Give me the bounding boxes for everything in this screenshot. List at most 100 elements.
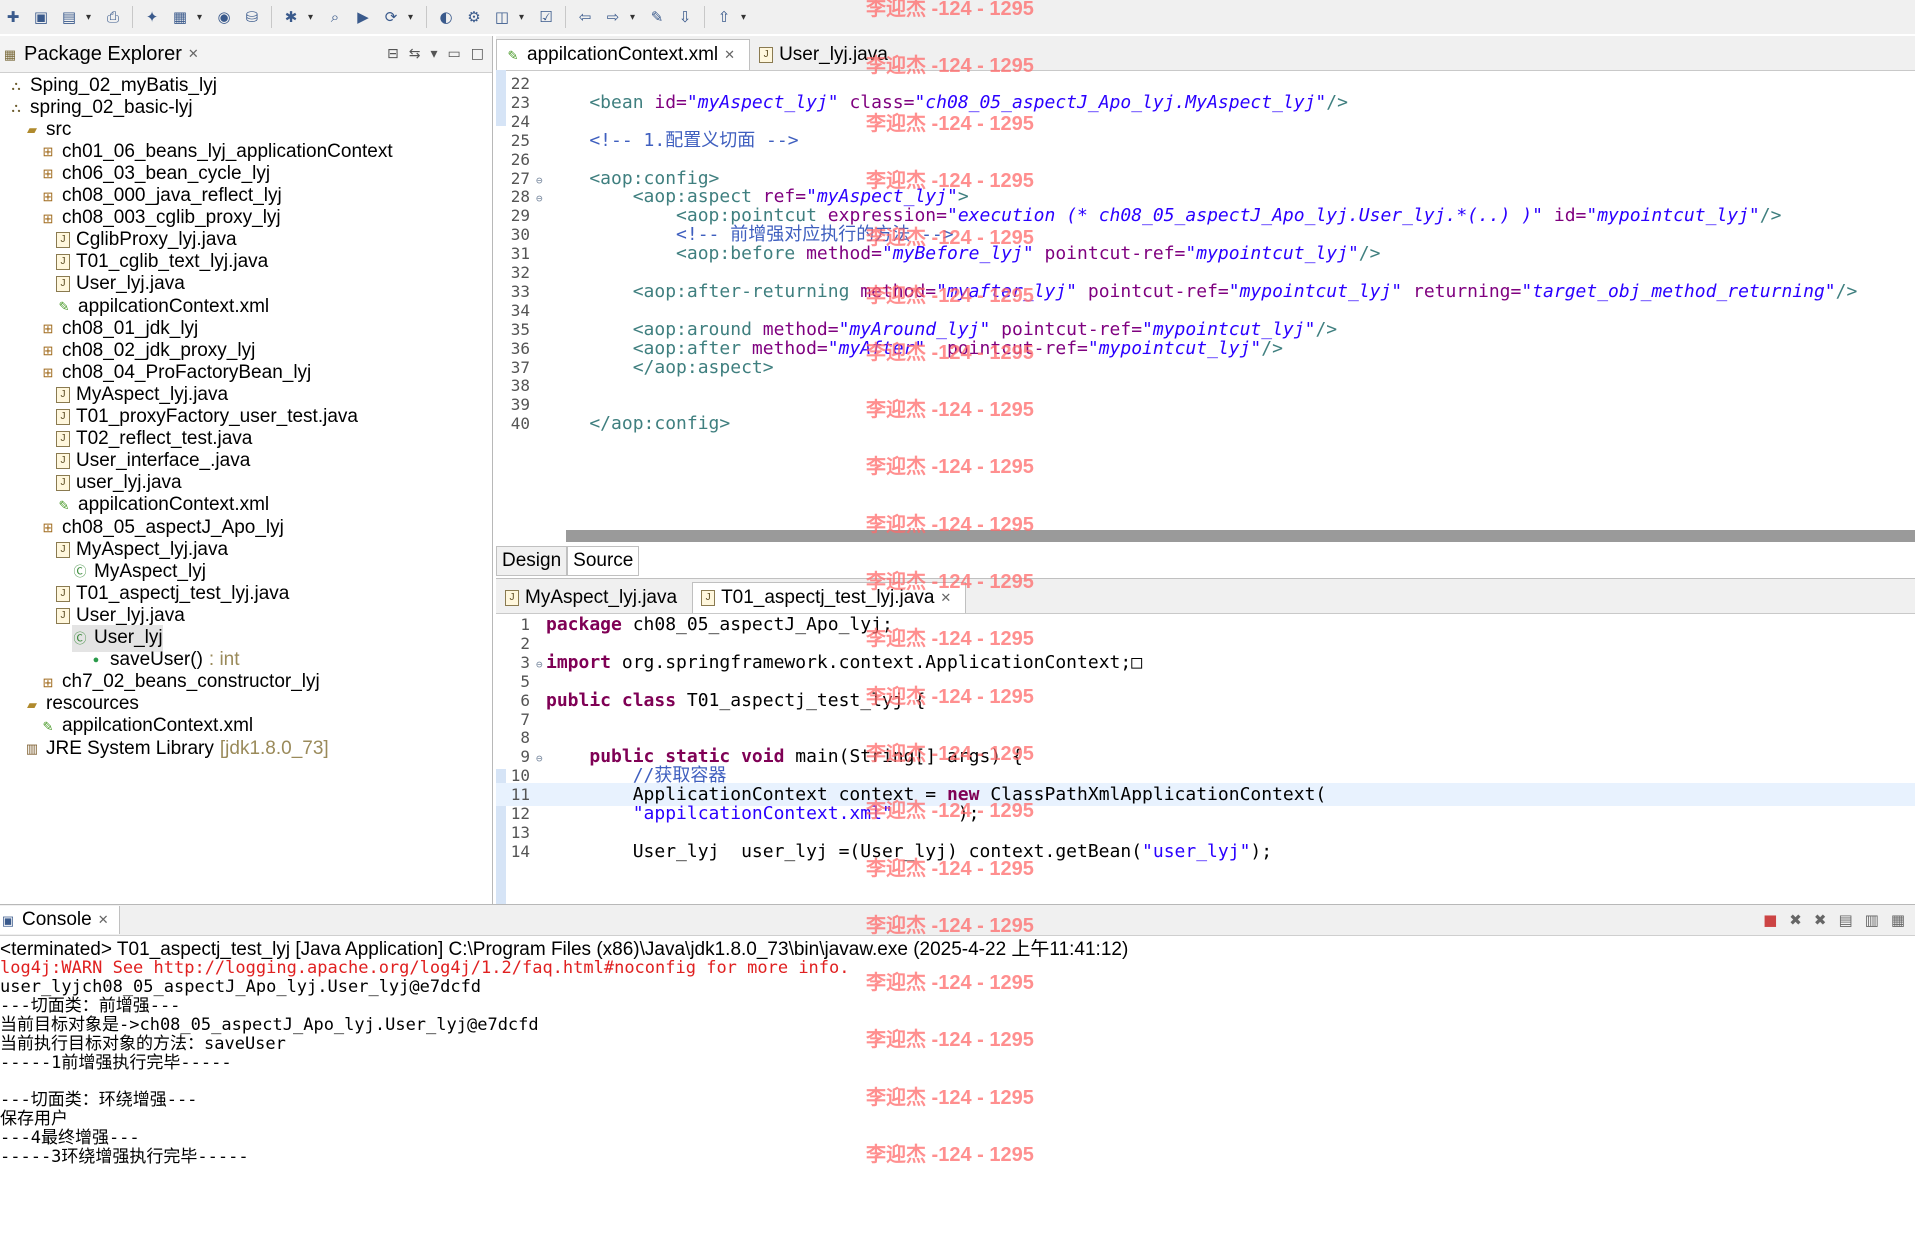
view-menu-icon[interactable]: ▾ (431, 46, 438, 62)
horizontal-scrollbar[interactable] (566, 530, 1915, 542)
toolbar-separator (132, 6, 133, 28)
search-icon[interactable]: ⌕ (324, 6, 346, 28)
package-explorer-panel: ▦ Package Explorer ✕ ⊟ ⇆ ▾ ▭ □ ⛬ Sping_02… (0, 36, 493, 904)
java-file-icon: J (505, 590, 519, 606)
java-code-area[interactable]: 1 package ch08_05_aspectJ_Apo_lyj; 2 3 ⊖ im… (496, 613, 1915, 905)
package-icon: ⊞ (42, 321, 54, 337)
src-folder-icon: ▰ (27, 696, 37, 712)
src-folder-icon: ▰ (27, 122, 37, 138)
package-explorer-tools: ⊟ ⇆ ▾ ▭ □ (387, 46, 492, 62)
toolbar-separator (565, 6, 566, 28)
close-icon[interactable]: ✕ (98, 912, 109, 928)
close-icon[interactable]: ✕ (724, 47, 735, 63)
java-file-icon: J (56, 276, 70, 293)
pin-icon[interactable]: ✎ (646, 6, 668, 28)
editor-tab[interactable]: J User_lyj.java (750, 39, 903, 70)
tree-item-suffix: [jdk1.8.0_73] (219, 737, 329, 759)
package-explorer-tab[interactable]: ▦ Package Explorer ✕ (0, 43, 209, 66)
code-token: </aop:config> (546, 413, 731, 435)
remove-all-icon[interactable]: ✖ (1814, 911, 1827, 929)
console-icon: ▣ (1, 912, 15, 928)
package-icon: ⊞ (42, 188, 54, 204)
coverage-icon[interactable]: ◐ (435, 6, 457, 28)
save-all-icon[interactable]: ▤ (58, 6, 80, 28)
toolbar-separator (271, 6, 272, 28)
remove-launch-icon[interactable]: ✖ (1789, 911, 1802, 929)
package-icon: ⊞ (42, 343, 54, 359)
pin-console-icon[interactable]: ▦ (1891, 911, 1905, 929)
clear-console-icon[interactable]: ▤ (1838, 911, 1852, 929)
run-last-icon[interactable]: ⟳ (380, 6, 402, 28)
new-icon[interactable]: ✚ (2, 6, 24, 28)
prev-annotation-icon[interactable]: ⇧ (713, 6, 735, 28)
new-wizard-icon[interactable]: ✦ (141, 6, 163, 28)
open-task-icon[interactable]: ☑ (535, 6, 557, 28)
package-icon: ⊞ (42, 520, 54, 535)
xml-file-icon: ✎ (507, 47, 519, 63)
code-token: User_lyj user_lyj =(User_lyj) context.ge… (546, 840, 1143, 862)
terminate-icon[interactable]: ■ (1763, 911, 1777, 929)
library-icon: ▥ (25, 741, 39, 756)
dropdown-arrow-icon[interactable]: ▾ (86, 12, 96, 23)
dropdown-arrow-icon[interactable]: ▾ (408, 12, 418, 23)
close-icon[interactable]: ✕ (940, 590, 951, 606)
external-tools-icon[interactable]: ⚙ (463, 6, 485, 28)
mode-tab-source[interactable]: Source (567, 546, 640, 576)
code-token: "user_lyj" (1142, 840, 1251, 862)
tree-item[interactable]: ▥ JRE System Library [jdk1.8.0_73] (24, 735, 329, 762)
main-toolbar: ✚ ▣ ▤ ▾ ⎙ ✦ ▦ ▾ ◉ ⛁ ✱ ▾ ⌕ ▶ ⟳ ▾ ◐ ⚙ ◫ ▾ ☑ ⇦ ⇨ ▾ ✎ ⇩ ⇧ ▾ (0, 0, 1915, 34)
class-icon[interactable]: ◉ (213, 6, 235, 28)
class-icon: Ⓒ (73, 630, 87, 646)
xml-editor-tabbar: ✎ appilcationContext.xml ✕ J User_lyj.java (496, 36, 1915, 71)
package-icon: ⊞ (42, 210, 54, 226)
package-explorer-header: ▦ Package Explorer ✕ ⊟ ⇆ ▾ ▭ □ (0, 36, 492, 73)
mode-tab-design[interactable]: Design (496, 546, 568, 576)
editor-tab[interactable]: ✎ appilcationContext.xml ✕ (496, 39, 751, 70)
dropdown-arrow-icon[interactable]: ▾ (519, 12, 529, 23)
dropdown-arrow-icon[interactable]: ▾ (308, 12, 318, 23)
java-editor-tabbar: J MyAspect_lyj.java J T01_aspectj_test_lyj.… (496, 579, 1915, 614)
editor-tab[interactable]: J T01_aspectj_test_lyj.java ✕ (692, 582, 967, 613)
xml-code-area[interactable]: 22 23 <bean id="myAspect_lyj" class="ch0… (496, 72, 1915, 532)
console-tab[interactable]: ▣ Console ✕ (0, 906, 120, 934)
editor-tab-label: User_lyj.java (779, 44, 888, 65)
print-icon[interactable]: ⎙ (102, 6, 124, 28)
xml-file-icon: ✎ (58, 299, 70, 314)
package-explorer-icon: ▦ (3, 46, 17, 62)
editor-mode-tabs: Design Source (496, 546, 640, 576)
line-number: 40 (510, 414, 530, 434)
dropdown-arrow-icon[interactable]: ▾ (741, 12, 751, 23)
debug-icon[interactable]: ✱ (280, 6, 302, 28)
console-header: ▣ Console ✕ ■ ✖ ✖ ▤ ▥ ▦ (0, 905, 1915, 936)
collapse-all-icon[interactable]: ⊟ (387, 46, 399, 62)
minimize-icon[interactable]: ▭ (448, 46, 461, 62)
scroll-lock-icon[interactable]: ▥ (1865, 911, 1879, 929)
dropdown-arrow-icon[interactable]: ▾ (630, 12, 640, 23)
java-file-icon: J (56, 607, 70, 624)
forward-icon[interactable]: ⇨ (602, 6, 624, 28)
maximize-icon[interactable]: □ (471, 46, 484, 62)
code-line: 14 User_lyj user_lyj =(User_lyj) context… (496, 840, 1915, 863)
project-icon: ⛬ (11, 78, 21, 93)
next-annotation-icon[interactable]: ⇩ (674, 6, 696, 28)
code-token: ); (1250, 840, 1273, 862)
editor-tab[interactable]: J MyAspect_lyj.java (496, 582, 692, 613)
console-output[interactable]: log4j:WARN See http://logging.apache.org… (0, 958, 1915, 1235)
code-line: 40 </aop:config> (496, 412, 1915, 435)
method-icon: ● (92, 653, 100, 666)
toolbar-separator (426, 6, 427, 28)
link-editor-icon[interactable]: ⇆ (409, 46, 421, 62)
package-icon[interactable]: ▦ (169, 6, 191, 28)
console-panel: ▣ Console ✕ ■ ✖ ✖ ▤ ▥ ▦ <terminated> T01… (0, 904, 1915, 1235)
close-icon[interactable]: ✕ (188, 46, 199, 62)
save-icon[interactable]: ▣ (30, 6, 52, 28)
dropdown-arrow-icon[interactable]: ▾ (197, 12, 207, 23)
run-icon[interactable]: ▶ (352, 6, 374, 28)
back-icon[interactable]: ⇦ (574, 6, 596, 28)
open-type-icon[interactable]: ◫ (491, 6, 513, 28)
java-file-icon: J (56, 409, 70, 425)
xml-file-icon: ✎ (58, 497, 70, 513)
java-file-icon: J (56, 585, 70, 602)
toolbar-separator (704, 6, 705, 28)
server-icon[interactable]: ⛁ (241, 6, 263, 28)
